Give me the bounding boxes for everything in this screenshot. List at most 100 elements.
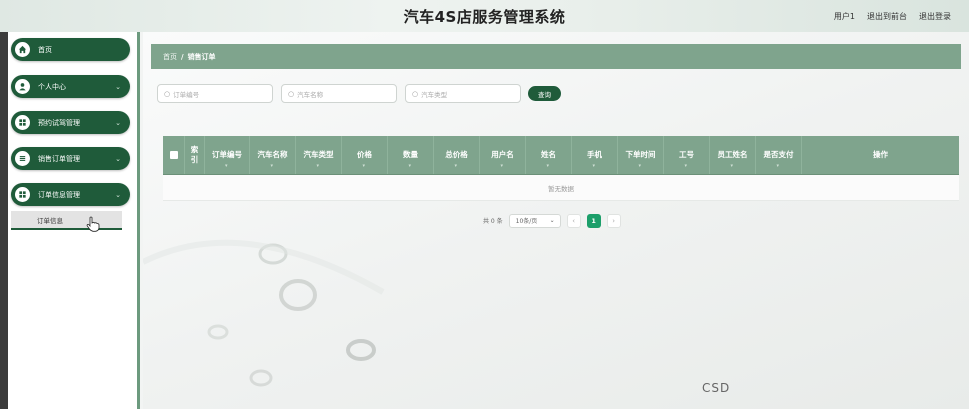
sidebar-item-label: 预约试驾管理 (38, 118, 80, 127)
sort-icon: ▾ (408, 163, 412, 169)
site-title: 汽车4S店服务管理系统 (403, 7, 566, 26)
column-header-label: 用户名 (491, 150, 514, 159)
grid-icon (15, 187, 30, 202)
car-name-input[interactable]: ○ 汽车名称 (281, 84, 397, 103)
submenu-item-order-info[interactable]: 订单信息 (11, 211, 122, 230)
query-button[interactable]: 查询 (528, 86, 561, 101)
column-header-label: 下单时间 (625, 150, 656, 159)
breadcrumb-home[interactable]: 首页 (163, 52, 177, 62)
current-user-link[interactable]: 用户1 (834, 11, 855, 22)
user-icon (15, 79, 30, 94)
order-number-input[interactable]: ○ 订单编号 (157, 84, 273, 103)
list-icon (15, 151, 30, 166)
search-icon: ○ (412, 89, 419, 98)
car-type-input[interactable]: ○ 汽车类型 (405, 84, 521, 103)
prev-page-button[interactable]: ‹ (566, 213, 581, 228)
search-icon: ○ (164, 89, 171, 98)
table-empty-row: 暂无数据 (163, 175, 959, 201)
column-header-label: 员工姓名 (717, 150, 748, 159)
page-number-button[interactable]: 1 (586, 213, 601, 228)
chevron-down-icon: ⌄ (115, 154, 121, 163)
column-header[interactable]: 数量 ▾ (388, 136, 434, 174)
sort-icon: ▾ (684, 163, 688, 169)
home-icon (15, 42, 30, 57)
chevron-down-icon: ⌄ (115, 118, 121, 127)
search-icon: ○ (288, 89, 295, 98)
column-header[interactable]: 订单编号 ▾ (205, 136, 250, 174)
column-header[interactable]: 工号 ▾ (664, 136, 710, 174)
page-size-value: 10条/页 (515, 218, 538, 225)
top-links: 用户1 退出到前台 退出登录 (834, 0, 951, 32)
column-header-label: 价格 (357, 150, 372, 159)
column-header[interactable]: 姓名 ▾ (526, 136, 572, 174)
sidebar-item-order-info[interactable]: 订单信息管理 ⌄ (11, 183, 130, 206)
column-header: 操作 (802, 136, 959, 174)
breadcrumb-current: 销售订单 (187, 52, 216, 61)
column-header[interactable]: 价格 ▾ (342, 136, 388, 174)
select-all-checkbox[interactable] (163, 136, 185, 174)
column-header[interactable]: 手机 ▾ (572, 136, 618, 174)
order-number-placeholder: 订单编号 (173, 90, 200, 99)
column-header[interactable]: 汽车名称 ▾ (250, 136, 296, 174)
chevron-down-icon: ⌄ (549, 217, 555, 224)
column-header-label: 是否支付 (763, 150, 794, 159)
top-header: 汽车4S店服务管理系统 用户1 退出到前台 退出登录 (0, 0, 969, 32)
column-header-label: 工号 (679, 150, 694, 159)
column-header[interactable]: 用户名 ▾ (480, 136, 526, 174)
sort-icon: ▾ (225, 163, 228, 169)
sort-icon: ▾ (592, 163, 596, 169)
column-header-label: 汽车类型 (303, 150, 334, 159)
pagination: 共 0 条 10条/页 ⌄ ‹ 1 › (483, 213, 621, 228)
sort-icon: ▾ (638, 163, 642, 169)
sidebar-item-label: 首页 (38, 45, 52, 54)
logout-link[interactable]: 退出登录 (919, 11, 951, 22)
chevron-down-icon: ⌄ (115, 82, 121, 91)
exit-to-frontend-link[interactable]: 退出到前台 (867, 11, 907, 22)
orders-table: 索引 订单编号 ▾ 汽车名称 ▾ 汽车类型 ▾ 价格 ▾ 数量 ▾ 总价格 ▾ 用户名 ▾ 姓… (163, 136, 959, 201)
sidebar-item-label: 销售订单管理 (38, 154, 80, 163)
sort-icon: ▾ (500, 163, 504, 169)
sort-icon: ▾ (454, 163, 458, 169)
sidebar-item-label: 个人中心 (38, 82, 66, 91)
chevron-left-icon: ‹ (572, 216, 576, 225)
page-size-select[interactable]: 10条/页 ⌄ (508, 213, 561, 228)
breadcrumb: 首页 / 销售订单 (151, 44, 961, 69)
hand-cursor-icon (86, 216, 100, 232)
column-header-label: 总价格 (445, 150, 468, 159)
column-header[interactable]: 汽车类型 ▾ (296, 136, 342, 174)
column-header[interactable]: 索引 (185, 136, 205, 174)
grid-icon (15, 115, 30, 130)
sidebar-item-home[interactable]: 首页 (11, 38, 130, 61)
checkbox-box (169, 151, 178, 159)
left-edge-strip (0, 32, 8, 409)
column-header-label: 操作 (873, 150, 888, 159)
column-header-label: 数量 (403, 150, 418, 159)
chevron-up-icon: ⌄ (115, 190, 121, 199)
sort-icon: ▾ (270, 163, 274, 169)
next-page-button[interactable]: › (606, 213, 621, 228)
sidebar: 首页 个人中心 ⌄ 预约试驾管理 ⌄ 销售订单管理 ⌄ 订单信息管理 ⌄ 订单信… (8, 32, 140, 409)
sort-icon: ▾ (730, 163, 734, 169)
empty-text: 暂无数据 (548, 184, 574, 193)
breadcrumb-separator: / (181, 52, 184, 61)
sidebar-item-personal-center[interactable]: 个人中心 ⌄ (11, 75, 130, 98)
watermark: CSD (702, 381, 731, 395)
sort-icon: ▾ (362, 163, 366, 169)
column-header[interactable]: 下单时间 ▾ (618, 136, 664, 174)
column-header[interactable]: 员工姓名 ▾ (710, 136, 756, 174)
column-header-label: 汽车名称 (257, 150, 288, 159)
main-content: 首页 / 销售订单 ○ 订单编号 ○ 汽车名称 ○ 汽车类型 查询 索引 订单编… (143, 32, 969, 409)
column-header-label: 订单编号 (212, 150, 242, 159)
car-name-placeholder: 汽车名称 (297, 90, 324, 99)
table-header: 索引 订单编号 ▾ 汽车名称 ▾ 汽车类型 ▾ 价格 ▾ 数量 ▾ 总价格 ▾ 用户名 ▾ 姓… (163, 136, 959, 175)
sidebar-item-test-drive[interactable]: 预约试驾管理 ⌄ (11, 111, 130, 134)
column-header-label: 手机 (587, 150, 602, 159)
car-type-placeholder: 汽车类型 (421, 90, 448, 99)
sidebar-item-sales-orders[interactable]: 销售订单管理 ⌄ (11, 147, 130, 170)
sort-icon: ▾ (776, 163, 780, 169)
total-count: 共 0 条 (483, 218, 503, 225)
column-header[interactable]: 是否支付 ▾ (756, 136, 802, 174)
column-header[interactable]: 总价格 ▾ (434, 136, 480, 174)
sort-icon: ▾ (316, 163, 320, 169)
sort-icon: ▾ (546, 163, 550, 169)
